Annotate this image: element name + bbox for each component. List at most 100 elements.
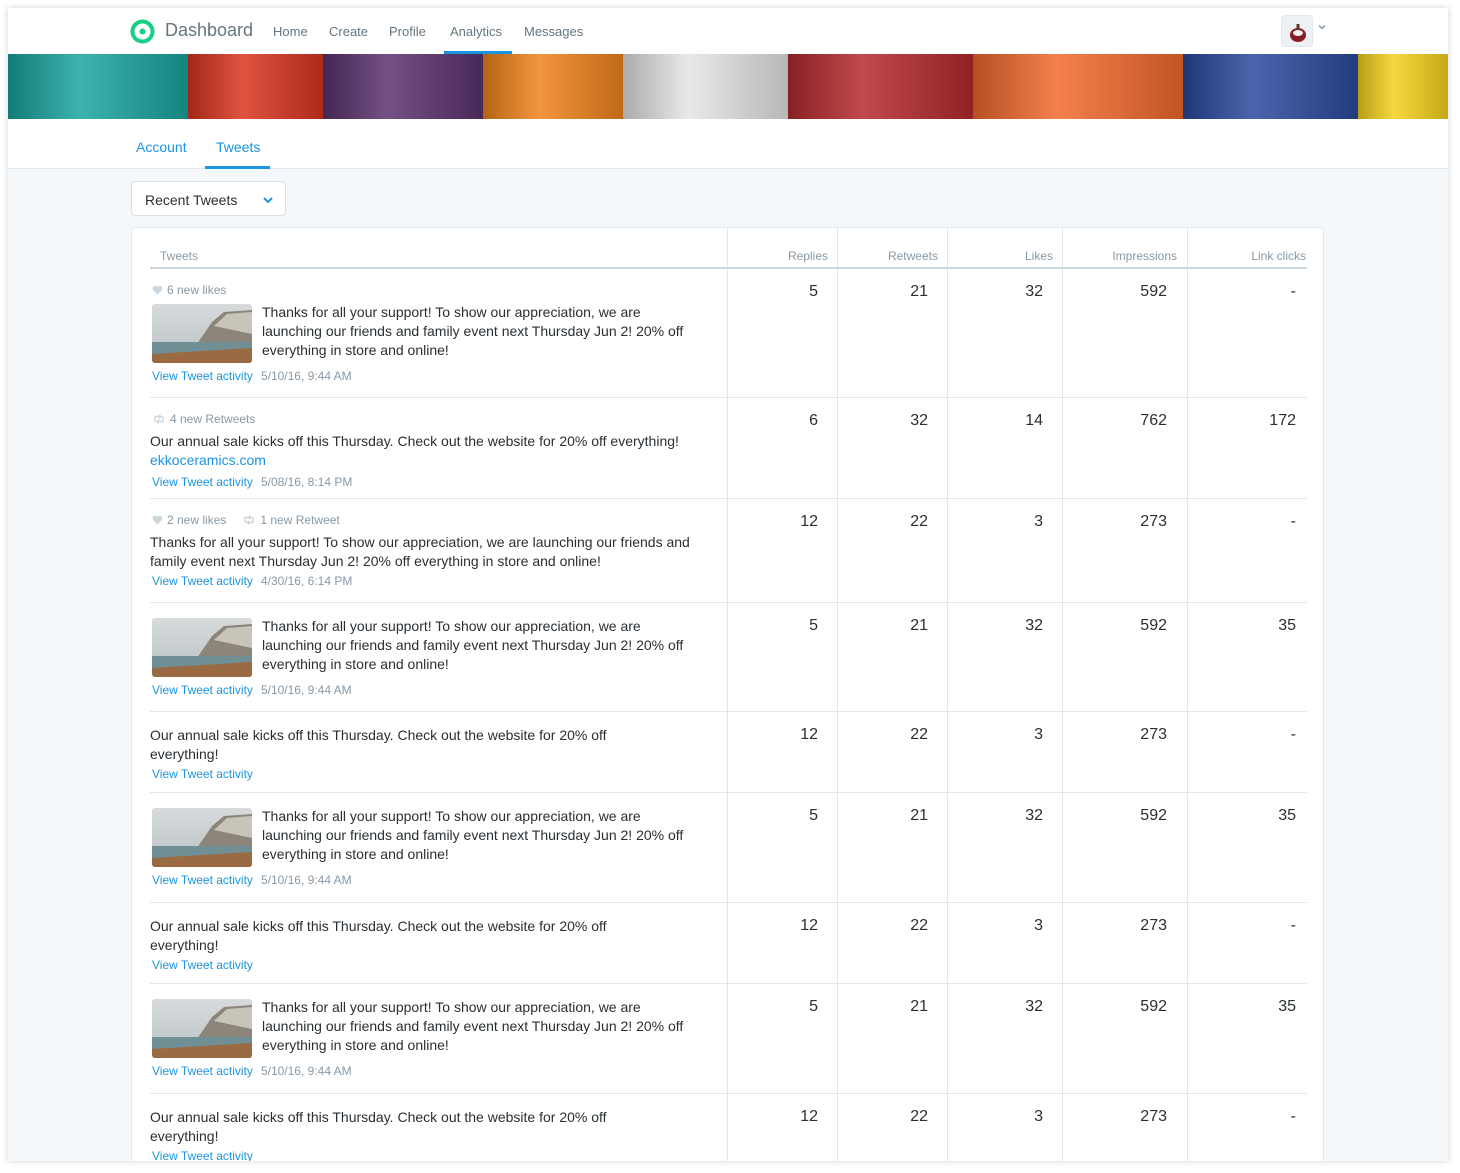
column-header-link-clicks[interactable]: Link clicks — [1187, 249, 1306, 263]
retweet-icon — [154, 414, 164, 424]
nav-link-create[interactable]: Create — [329, 24, 368, 39]
tweet-body: Thanks for all your support! To show our… — [262, 999, 684, 1053]
link-clicks-count: - — [1290, 513, 1296, 530]
view-tweet-activity-link[interactable]: View Tweet activity — [152, 475, 253, 489]
view-tweet-activity-link[interactable]: View Tweet activity — [152, 574, 253, 588]
active-tab-indicator — [205, 166, 270, 169]
likes-count: 32 — [1025, 807, 1043, 824]
tweet-activity-row: View Tweet activity 5/10/16, 9:44 AM — [152, 683, 352, 697]
retweets-count: 22 — [910, 726, 928, 743]
tweet-activity-row: View Tweet activity 4/30/16, 6:14 PM — [152, 574, 352, 588]
tweet-image[interactable] — [152, 618, 252, 677]
tweet-text: Thanks for all your support! To show our… — [150, 533, 695, 571]
engagement-text: 1 new Retweet — [260, 513, 340, 527]
view-tweet-activity-link[interactable]: View Tweet activity — [152, 369, 253, 383]
impressions-count: 592 — [1140, 807, 1167, 824]
banner-stripe — [623, 54, 788, 119]
column-header-likes[interactable]: Likes — [947, 249, 1053, 263]
avatar[interactable] — [1281, 15, 1313, 47]
app-window: Dashboard Home Create Profile Analytics … — [8, 8, 1448, 1161]
view-tweet-activity-link[interactable]: View Tweet activity — [152, 767, 253, 781]
tweet-link[interactable]: ekkoceramics.com — [150, 452, 266, 468]
impressions-count: 273 — [1140, 513, 1167, 530]
chevron-down-icon[interactable] — [1317, 22, 1327, 32]
replies-count: 12 — [800, 513, 818, 530]
retweets-count: 32 — [910, 412, 928, 429]
tweet-body: Thanks for all your support! To show our… — [262, 808, 684, 862]
link-clicks-count: 35 — [1278, 998, 1296, 1015]
retweets-count: 21 — [910, 807, 928, 824]
engagement-text: 6 new likes — [167, 283, 227, 297]
tweet-image[interactable] — [152, 304, 252, 363]
table-row[interactable]: 6 new likes Thanks for all your support! … — [150, 269, 1307, 398]
tweet-text: Our annual sale kicks off this Thursday.… — [150, 726, 625, 764]
engagement-summary: 4 new Retweets — [152, 412, 271, 426]
nav-link-home[interactable]: Home — [273, 24, 308, 39]
tweet-text: Thanks for all your support! To show our… — [262, 617, 702, 674]
logo-icon — [130, 19, 155, 44]
retweets-count: 22 — [910, 513, 928, 530]
impressions-count: 762 — [1140, 412, 1167, 429]
column-header-tweets: Tweets — [160, 249, 199, 263]
banner-stripe — [1183, 54, 1358, 119]
tab-account[interactable]: Account — [136, 139, 187, 155]
table-row[interactable]: 2 new likes 1 new Retweet Thanks for all y… — [150, 499, 1307, 603]
view-tweet-activity-link[interactable]: View Tweet activity — [152, 683, 253, 697]
avatar-image-icon — [1282, 16, 1312, 46]
replies-count: 12 — [800, 726, 818, 743]
nav-link-analytics[interactable]: Analytics — [450, 24, 502, 39]
tweet-filter-dropdown[interactable]: Recent Tweets — [131, 181, 286, 216]
tweet-date: 5/10/16, 9:44 AM — [260, 369, 352, 383]
tab-tweets[interactable]: Tweets — [216, 139, 260, 155]
replies-count: 5 — [809, 807, 818, 824]
tweet-date: 5/08/16, 8:14 PM — [260, 475, 353, 489]
table-row[interactable]: Thanks for all your support! To show our… — [150, 793, 1307, 903]
column-header-retweets[interactable]: Retweets — [837, 249, 938, 263]
table-row[interactable]: Thanks for all your support! To show our… — [150, 984, 1307, 1094]
nav-link-messages[interactable]: Messages — [524, 24, 583, 39]
table-row[interactable]: Thanks for all your support! To show our… — [150, 603, 1307, 712]
brand-title[interactable]: Dashboard — [165, 20, 253, 41]
table-row[interactable]: Our annual sale kicks off this Thursday.… — [150, 712, 1307, 793]
table-row[interactable]: Our annual sale kicks off this Thursday.… — [150, 1094, 1307, 1161]
link-clicks-count: - — [1290, 917, 1296, 934]
tweet-image[interactable] — [152, 808, 252, 867]
table-row[interactable]: Our annual sale kicks off this Thursday.… — [150, 903, 1307, 984]
view-tweet-activity-link[interactable]: View Tweet activity — [152, 1149, 253, 1161]
view-tweet-activity-link[interactable]: View Tweet activity — [152, 873, 253, 887]
engagement-item: 2 new likes — [152, 513, 226, 527]
table-row[interactable]: 4 new Retweets Our annual sale kicks off … — [150, 398, 1307, 499]
impressions-count: 273 — [1140, 1108, 1167, 1125]
tweet-activity-row: View Tweet activity — [152, 958, 253, 972]
tweet-text: Thanks for all your support! To show our… — [262, 998, 702, 1055]
replies-count: 12 — [800, 1108, 818, 1125]
likes-count: 3 — [1034, 1108, 1043, 1125]
view-tweet-activity-link[interactable]: View Tweet activity — [152, 958, 253, 972]
tweet-image-icon — [152, 999, 252, 1058]
tweets-table: Tweets Replies Retweets Likes Impression… — [131, 227, 1324, 1161]
dropdown-selected-value: Recent Tweets — [145, 192, 238, 208]
tweet-image-icon — [152, 618, 252, 677]
nav-link-profile[interactable]: Profile — [389, 24, 426, 39]
banner-stripe — [8, 54, 188, 119]
column-header-replies[interactable]: Replies — [727, 249, 828, 263]
likes-count: 3 — [1034, 513, 1043, 530]
banner-stripe — [788, 54, 973, 119]
tweet-activity-row: View Tweet activity 5/10/16, 9:44 AM — [152, 369, 352, 383]
tweet-body: Thanks for all your support! To show our… — [150, 534, 690, 569]
engagement-item: 1 new Retweet — [242, 513, 340, 527]
column-header-impressions[interactable]: Impressions — [1062, 249, 1177, 263]
tweet-body: Our annual sale kicks off this Thursday.… — [150, 1109, 607, 1144]
tweet-body: Our annual sale kicks off this Thursday.… — [150, 433, 679, 449]
retweet-icon — [244, 515, 255, 525]
tweet-image[interactable] — [152, 999, 252, 1058]
tweet-image-icon — [152, 808, 252, 867]
likes-count: 32 — [1025, 283, 1043, 300]
impressions-count: 592 — [1140, 283, 1167, 300]
engagement-summary: 6 new likes — [152, 283, 242, 297]
analytics-tabs: Account Tweets — [8, 119, 1448, 169]
tweet-date: 5/10/16, 9:44 AM — [260, 1064, 352, 1078]
retweets-count: 22 — [910, 1108, 928, 1125]
tweet-date: 5/10/16, 9:44 AM — [260, 683, 352, 697]
view-tweet-activity-link[interactable]: View Tweet activity — [152, 1064, 253, 1078]
